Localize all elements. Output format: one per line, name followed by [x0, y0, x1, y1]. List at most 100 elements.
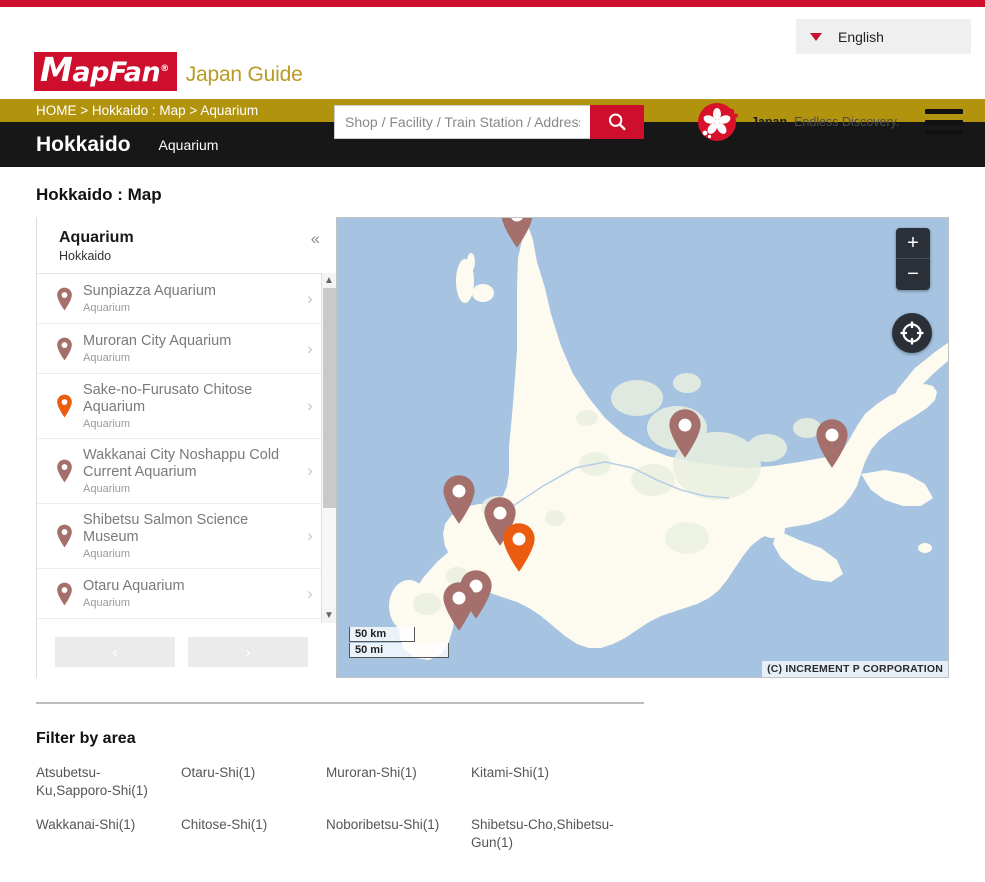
map-and-list-row: Aquarium Hokkaido ‹‹ Sunpiazza Aquarium A… — [36, 217, 985, 678]
map-pin-icon — [51, 394, 77, 418]
filter-area-grid: Atsubetsu-Ku,Sapporo-Shi(1) Otaru-Shi(1) M… — [36, 764, 985, 852]
map-marker[interactable] — [501, 218, 533, 248]
filter-heading: Filter by area — [36, 730, 136, 747]
search-box — [334, 105, 644, 139]
map-zoom-controls: + − — [896, 228, 930, 290]
list-item[interactable]: Shibetsu Salmon Science Museum Aquarium › — [37, 504, 322, 569]
main-content: Hokkaido : Map Aquarium Hokkaido ‹‹ Sunp… — [0, 185, 985, 852]
list-item-text: Wakkanai City Noshappu Cold Current Aqua… — [77, 447, 298, 495]
list-item-name: Wakkanai City Noshappu Cold Current Aqua… — [83, 447, 280, 480]
cherry-blossom-icon — [697, 102, 743, 142]
map-pin-icon — [51, 287, 77, 311]
site-header: MapFan® Japan Guide Shop / Facility / Tr… — [0, 44, 985, 141]
filter-area-link[interactable]: Muroran-Shi(1) — [326, 764, 471, 800]
prev-page-button[interactable]: ‹ — [55, 637, 175, 667]
map-pin-icon — [51, 582, 77, 606]
map-markers-layer[interactable] — [337, 218, 949, 678]
list-item-category: Aquarium — [83, 302, 131, 314]
poi-list-wrapper: Sunpiazza Aquarium Aquarium › Muroran City … — [37, 273, 336, 623]
poi-panel: Aquarium Hokkaido ‹‹ Sunpiazza Aquarium A… — [36, 217, 336, 678]
chevron-right-icon: › — [307, 461, 313, 480]
chevron-up-icon[interactable]: ▲ — [322, 273, 336, 288]
section-heading: Hokkaido : Map — [36, 185, 162, 204]
logo-text-rest: apFan — [72, 57, 161, 88]
poi-panel-header: Aquarium Hokkaido ‹‹ — [37, 217, 336, 273]
language-row: English — [0, 7, 985, 54]
list-item-category: Aquarium — [83, 418, 131, 430]
list-item[interactable]: Otaru Aquarium Aquarium › — [37, 569, 322, 619]
hamburger-menu-icon[interactable] — [925, 109, 963, 135]
list-item[interactable]: Muroran City Aquarium Aquarium › — [37, 324, 322, 374]
breadcrumb-text: HOME > Hokkaido : Map > Aquarium — [36, 103, 259, 118]
search-icon — [608, 113, 626, 131]
list-item-text: Muroran City Aquarium Aquarium — [77, 333, 298, 364]
scale-mi: 50 mi — [349, 643, 449, 658]
chevron-right-icon: › — [307, 526, 313, 545]
next-page-button[interactable]: › — [188, 637, 308, 667]
section-divider — [36, 702, 644, 704]
list-item-category: Aquarium — [83, 597, 131, 609]
list-item[interactable]: Sunpiazza Aquarium Aquarium › — [37, 274, 322, 324]
list-item-name: Shibetsu Salmon Science Museum — [83, 512, 249, 545]
list-item-text: Shibetsu Salmon Science Museum Aquarium — [77, 512, 298, 560]
filter-area-link[interactable]: Atsubetsu-Ku,Sapporo-Shi(1) — [36, 764, 181, 800]
list-item-category: Aquarium — [83, 352, 131, 364]
japan-endless-discovery-logo[interactable]: Japan. Endless Discovery. — [697, 102, 899, 142]
logo-subtitle: Japan Guide — [185, 63, 303, 86]
page-subtitle: Aquarium — [158, 136, 219, 153]
search-button[interactable] — [590, 105, 644, 139]
zoom-in-button[interactable]: + — [896, 228, 930, 259]
list-item-name: Sake-no-Furusato Chitose Aquarium — [83, 382, 253, 415]
zoom-out-button[interactable]: − — [896, 259, 930, 290]
filter-area-link[interactable]: Shibetsu-Cho,Shibetsu-Gun(1) — [471, 816, 631, 852]
chevron-right-icon: › — [307, 583, 313, 603]
crosshair-icon[interactable] — [892, 313, 932, 353]
list-item-name: Muroran City Aquarium — [83, 333, 232, 349]
chevron-down-icon[interactable]: ▼ — [322, 608, 336, 623]
filter-area-link[interactable]: Noboribetsu-Shi(1) — [326, 816, 471, 852]
list-item-text: Sake-no-Furusato Chitose Aquarium Aquariu… — [77, 382, 298, 430]
filter-area-link[interactable]: Wakkanai-Shi(1) — [36, 816, 181, 852]
jed-rest: Endless Discovery. — [790, 115, 900, 129]
filter-area-link[interactable]: Chitose-Shi(1) — [181, 816, 326, 852]
map-marker[interactable] — [443, 582, 475, 631]
map-canvas[interactable]: + − 50 km 50 mi (C) INCREMENT P CORPORAT… — [336, 217, 949, 678]
map-pin-icon — [51, 459, 77, 483]
filter-area-link[interactable]: Kitami-Shi(1) — [471, 764, 631, 800]
logo-mark: MapFan® — [34, 52, 177, 91]
poi-list-scrollbar[interactable]: ▲ ▼ — [321, 273, 336, 623]
poi-panel-title: Aquarium — [59, 229, 134, 246]
search-input[interactable] — [334, 105, 590, 139]
page-title: Hokkaido — [36, 132, 131, 156]
list-item-name: Otaru Aquarium — [83, 578, 185, 594]
map-scale-bar: 50 km 50 mi — [349, 627, 449, 659]
jed-bold: Japan. — [751, 115, 791, 129]
caret-down-icon — [810, 32, 822, 41]
poi-list[interactable]: Sunpiazza Aquarium Aquarium › Muroran City … — [37, 273, 322, 623]
list-item-category: Aquarium — [83, 548, 131, 560]
mapfan-logo[interactable]: MapFan® Japan Guide — [34, 52, 303, 91]
list-item[interactable]: Sake-no-Furusato Chitose Aquarium Aquariu… — [37, 374, 322, 439]
scrollbar-track[interactable] — [322, 288, 336, 608]
map-marker[interactable] — [443, 475, 475, 524]
poi-pager: ‹ › — [37, 623, 336, 667]
map-pin-icon — [51, 337, 77, 361]
hamburger-bar-2 — [925, 119, 963, 125]
map-marker[interactable] — [503, 523, 535, 572]
page-root: English MapFan® Japan Guide Shop / Facil… — [0, 0, 985, 882]
filter-area-link[interactable]: Otaru-Shi(1) — [181, 764, 326, 800]
list-item-text: Otaru Aquarium Aquarium — [77, 578, 298, 609]
poi-panel-subtitle: Hokkaido — [59, 249, 112, 263]
map-marker[interactable] — [669, 409, 701, 458]
map-copyright: (C) INCREMENT P CORPORATION — [762, 661, 948, 677]
list-item-name: Sunpiazza Aquarium — [83, 283, 216, 299]
list-item-category: Aquarium — [83, 483, 131, 495]
map-marker[interactable] — [816, 419, 848, 468]
double-chevron-left-icon[interactable]: ‹‹ — [311, 229, 320, 249]
trademark-icon: ® — [160, 64, 169, 74]
list-item[interactable]: Wakkanai City Noshappu Cold Current Aqua… — [37, 439, 322, 504]
scrollbar-thumb[interactable] — [323, 288, 336, 508]
hamburger-bar-1 — [925, 109, 963, 114]
jed-text: Japan. Endless Discovery. — [751, 115, 899, 129]
top-accent-bar — [0, 0, 985, 7]
